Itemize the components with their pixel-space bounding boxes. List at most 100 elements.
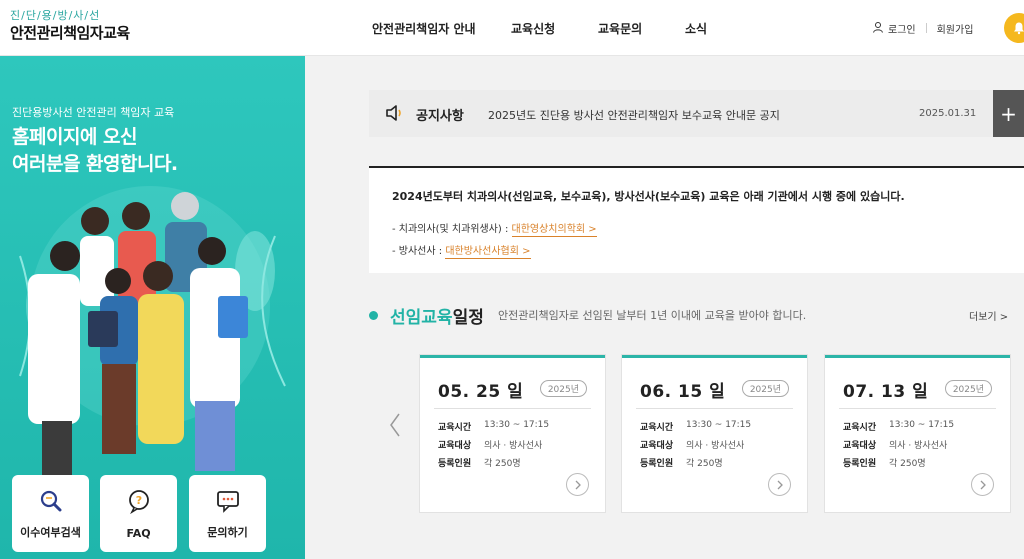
radiographer-association-link[interactable]: 대한방사선사협회 > — [445, 246, 531, 259]
hero-subtitle: 진단용방사선 안전관리 책임자 교육 — [12, 106, 175, 119]
info-row-label: - 방사선사 : — [392, 246, 446, 257]
bell-icon — [1014, 22, 1024, 35]
card-row-label: 등록인원 — [438, 459, 472, 469]
card-row-value: 13:30 ~ 17:15 — [686, 420, 752, 430]
chevron-right-icon — [980, 480, 986, 489]
card-row-value: 의사 · 방사선사 — [686, 441, 745, 451]
card-go-button[interactable] — [768, 473, 791, 496]
util-links: 로그인 회원가입 — [872, 0, 973, 56]
chevron-right-icon — [777, 480, 783, 489]
card-date: 05. 25 일 — [438, 382, 524, 402]
card-row-time: 교육시간 13:30 ~ 17:15 — [640, 420, 751, 433]
card-year-badge: 2025년 — [944, 380, 992, 397]
section-bullet — [369, 311, 378, 320]
card-row-target: 교육대상 의사 · 방사선사 — [438, 438, 542, 451]
card-row-value: 13:30 ~ 17:15 — [889, 420, 955, 430]
user-icon — [872, 21, 884, 36]
hero-title-line: 홈페이지에 오신 — [12, 126, 137, 148]
info-row-radiographer: - 방사선사 : 대한방사선사협회 > — [392, 242, 531, 259]
logo-title: 안전관리책임자교육 — [10, 24, 130, 42]
site-logo[interactable]: 진/단/용/방/사/선 안전관리책임자교육 — [10, 9, 130, 43]
chat-icon — [216, 491, 239, 513]
nav-label: 교육문의 — [598, 21, 643, 36]
notice-title: 공지사항 — [416, 109, 464, 124]
card-row-capacity: 등록인원 각 250명 — [843, 456, 926, 469]
schedule-title: 선임교육일정 — [390, 303, 484, 328]
quick-link-label: FAQ — [126, 527, 151, 540]
chevron-right-icon — [575, 480, 581, 489]
nav-label: 소식 — [685, 21, 708, 36]
card-row-label: 교육시간 — [843, 423, 877, 433]
notice-date: 2025.01.31 — [919, 108, 977, 119]
info-box: 2024년도부터 치과의사(선임교육, 보수교육), 방사선사(보수교육) 교육… — [369, 166, 1024, 273]
card-row-capacity: 등록인원 각 250명 — [640, 456, 723, 469]
nav-item-news[interactable]: 소식 — [685, 0, 707, 56]
search-doc-icon — [40, 490, 61, 512]
card-date: 07. 13 일 — [843, 382, 929, 402]
util-divider — [925, 23, 927, 33]
schedule-title-rest: 일정 — [452, 308, 484, 328]
info-row-dentist: - 치과의사(및 치과위생사) : 대한영상치의학회 > — [392, 220, 597, 237]
card-row-label: 교육시간 — [438, 423, 472, 433]
card-row-target: 교육대상 의사 · 방사선사 — [640, 438, 744, 451]
schedule-title-highlight: 선임교육 — [390, 308, 453, 328]
hero-panel: 진단용방사선 안전관리 책임자 교육 홈페이지에 오신 여러분을 환영합니다. … — [0, 56, 305, 559]
speaker-icon — [386, 105, 401, 121]
signup-link[interactable]: 회원가입 — [937, 21, 974, 36]
card-date: 06. 15 일 — [640, 382, 726, 402]
card-year-badge: 2025년 — [741, 380, 789, 397]
card-row-value: 의사 · 방사선사 — [889, 441, 948, 451]
svg-text:?: ? — [135, 494, 141, 507]
card-row-label: 교육대상 — [843, 441, 877, 451]
card-row-time: 교육시간 13:30 ~ 17:15 — [438, 420, 549, 433]
bell-button[interactable] — [1004, 13, 1024, 43]
notice-bar[interactable]: 공지사항 2025년도 진단용 방사선 안전관리책임자 보수교육 안내문 공지 … — [369, 90, 1024, 137]
card-row-value: 각 250명 — [686, 459, 723, 469]
card-divider — [636, 408, 793, 409]
notice-more-button[interactable]: + — [993, 90, 1024, 137]
logo-tagline: 진/단/용/방/사/선 — [10, 9, 101, 22]
quick-link-label: 이수여부검색 — [20, 526, 81, 539]
schedule-card[interactable]: 07. 13 일 2025년 교육시간 13:30 ~ 17:15 교육대상 의사 … — [825, 355, 1010, 512]
quick-link-inquiry[interactable]: 문의하기 — [189, 475, 266, 552]
card-row-target: 교육대상 의사 · 방사선사 — [843, 438, 947, 451]
nav-label: 안전관리책임자 안내 — [372, 21, 476, 36]
card-row-value: 각 250명 — [484, 459, 521, 469]
card-row-label: 교육대상 — [640, 441, 674, 451]
quick-link-completion-search[interactable]: 이수여부검색 — [12, 475, 89, 552]
hero-title-line: 여러분을 환영합니다. — [12, 153, 178, 175]
info-headline: 2024년도부터 치과의사(선임교육, 보수교육), 방사선사(보수교육) 교육… — [392, 190, 905, 203]
hero-title: 홈페이지에 오신 여러분을 환영합니다. — [12, 124, 178, 178]
login-link[interactable]: 로그인 — [888, 21, 916, 36]
quick-link-faq[interactable]: ? FAQ — [100, 475, 177, 552]
dental-society-link[interactable]: 대한영상치의학회 > — [511, 224, 597, 237]
card-go-button[interactable] — [566, 473, 589, 496]
card-row-value: 13:30 ~ 17:15 — [484, 420, 550, 430]
schedule-more-link[interactable]: 더보기 > — [969, 308, 1008, 323]
card-row-capacity: 등록인원 각 250명 — [438, 456, 521, 469]
quick-link-label: 문의하기 — [207, 526, 248, 539]
card-divider — [839, 408, 996, 409]
site-header: 진/단/용/방/사/선 안전관리책임자교육 안전관리책임자 안내 교육신청 교육… — [0, 0, 1024, 56]
card-go-button[interactable] — [971, 473, 994, 496]
info-row-label: - 치과의사(및 치과위생사) : — [392, 224, 512, 235]
schedule-card[interactable]: 05. 25 일 2025년 교육시간 13:30 ~ 17:15 교육대상 의사 … — [420, 355, 605, 512]
card-row-time: 교육시간 13:30 ~ 17:15 — [843, 420, 954, 433]
card-year-badge: 2025년 — [539, 380, 587, 397]
schedule-description: 안전관리책임자로 선임된 날부터 1년 이내에 교육을 받아야 합니다. — [498, 309, 807, 322]
nav-item-guide[interactable]: 안전관리책임자 안내 — [372, 0, 476, 56]
card-row-value: 각 250명 — [889, 459, 926, 469]
card-row-label: 등록인원 — [640, 459, 674, 469]
faq-bubble-icon: ? — [128, 490, 149, 514]
schedule-card[interactable]: 06. 15 일 2025년 교육시간 13:30 ~ 17:15 교육대상 의사 … — [622, 355, 807, 512]
nav-item-inquiry[interactable]: 교육문의 — [598, 0, 642, 56]
card-row-label: 교육대상 — [438, 441, 472, 451]
nav-label: 교육신청 — [511, 21, 556, 36]
card-row-label: 등록인원 — [843, 459, 877, 469]
nav-item-apply[interactable]: 교육신청 — [511, 0, 555, 56]
card-divider — [434, 408, 591, 409]
chevron-left-icon[interactable] — [389, 412, 401, 438]
card-row-value: 의사 · 방사선사 — [484, 441, 543, 451]
notice-text[interactable]: 2025년도 진단용 방사선 안전관리책임자 보수교육 안내문 공지 — [488, 107, 780, 123]
card-row-label: 교육시간 — [640, 423, 674, 433]
